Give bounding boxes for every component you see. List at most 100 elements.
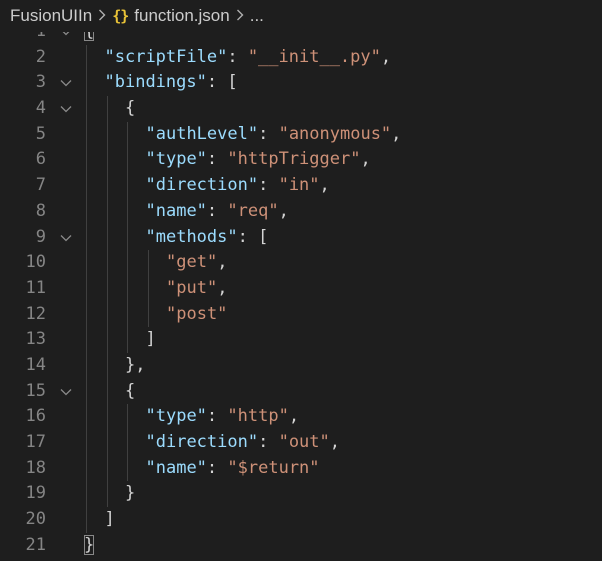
json-key: "name" — [145, 457, 207, 478]
json-punctuation: : — [227, 46, 248, 67]
indent-guide — [86, 121, 87, 148]
indent-guide — [106, 275, 108, 302]
code-line[interactable]: 12 "post" — [0, 301, 602, 328]
json-punctuation: : — [206, 457, 228, 478]
chevron-down-icon[interactable] — [59, 70, 73, 96]
indent-guide — [106, 352, 108, 379]
json-punctuation: , — [380, 46, 392, 67]
json-string: "put" — [166, 277, 218, 298]
indent-guide — [127, 173, 128, 199]
line-number: 10 — [25, 252, 46, 273]
indent-guide — [106, 455, 108, 482]
indent-guide — [127, 275, 128, 302]
line-number: 16 — [25, 406, 46, 427]
indent-guide — [127, 430, 128, 456]
json-punctuation: : — [258, 175, 279, 196]
line-number: 4 — [35, 98, 46, 119]
line-content: } — [84, 533, 95, 559]
indent-guide — [86, 44, 87, 71]
indent-guide — [86, 352, 87, 379]
code-line[interactable]: 10 "get", — [0, 250, 602, 276]
breadcrumb-folder[interactable]: FusionUIIn — [10, 6, 92, 26]
line-number: 6 — [35, 149, 46, 170]
code-area[interactable]: 1{2"scriptFile": "__init__.py",3"binding… — [0, 19, 602, 558]
code-line[interactable]: 3 "bindings": [ — [0, 70, 602, 97]
code-line[interactable]: 17 "direction": "out", — [0, 430, 602, 456]
indent-guide — [127, 198, 128, 225]
code-line[interactable]: 13] — [0, 327, 602, 353]
line-content: "bindings": [ — [105, 70, 238, 96]
indent-guide — [106, 327, 108, 353]
line-number: 19 — [25, 483, 46, 504]
json-string: "httpTrigger" — [227, 149, 361, 170]
breadcrumb-file[interactable]: function.json — [134, 6, 229, 26]
indent-guide — [86, 481, 87, 508]
code-line[interactable]: 2 "scriptFile": "__init__.py", — [0, 44, 602, 71]
line-number: 7 — [35, 175, 46, 196]
code-line[interactable]: 14}, — [0, 352, 602, 379]
line-content: "authLevel": "anonymous", — [146, 122, 402, 148]
json-string: "in" — [278, 175, 320, 196]
line-number: 2 — [35, 46, 46, 67]
line-number: 12 — [25, 303, 46, 324]
code-line[interactable]: 19} — [0, 481, 602, 508]
chevron-down-icon[interactable] — [59, 96, 73, 122]
json-key: "name" — [145, 200, 207, 221]
code-line[interactable]: 5 "authLevel": "anonymous", — [0, 121, 602, 148]
line-content: "name": "$return" — [146, 456, 320, 482]
json-punctuation: : — [206, 406, 228, 427]
chevron-down-icon[interactable] — [59, 225, 73, 251]
json-key: "authLevel" — [145, 123, 259, 144]
line-content: "name": "req", — [146, 199, 289, 225]
line-number: 13 — [25, 329, 46, 350]
json-key: "type" — [145, 406, 207, 427]
indent-guide — [106, 378, 108, 405]
line-content: "methods": [ — [146, 225, 269, 251]
json-punctuation: : — [206, 200, 228, 221]
line-content: "direction": "out", — [146, 430, 341, 456]
json-key: "methods" — [145, 226, 238, 247]
indent-guide — [86, 378, 87, 405]
chevron-right-icon — [94, 8, 110, 25]
breadcrumb-more[interactable]: ... — [250, 6, 264, 26]
line-content: "type": "http", — [146, 404, 300, 430]
line-number: 8 — [35, 200, 46, 221]
code-line[interactable]: 18 "name": "$return" — [0, 455, 602, 482]
json-punctuation: , — [278, 200, 289, 221]
code-line[interactable]: 7 "direction": "in", — [0, 173, 602, 199]
json-key: "scriptFile" — [104, 46, 228, 67]
indent-guide — [106, 301, 108, 328]
code-line[interactable]: 15 { — [0, 378, 602, 405]
json-key: "direction" — [145, 432, 259, 452]
code-line[interactable]: 20] — [0, 507, 602, 533]
line-number: 15 — [25, 380, 46, 401]
chevron-down-icon[interactable] — [59, 379, 73, 405]
json-punctuation: , — [329, 432, 341, 452]
indent-guide — [106, 430, 108, 456]
code-line[interactable]: 8 "name": "req", — [0, 198, 602, 225]
json-string: "$return" — [227, 457, 320, 478]
indent-guide — [106, 121, 108, 148]
code-line[interactable]: 9 "methods": [ — [0, 224, 602, 251]
json-string: "get" — [166, 252, 218, 273]
code-line[interactable]: 21} — [0, 533, 602, 559]
json-punctuation: , — [391, 123, 402, 144]
indent-guide — [127, 455, 128, 482]
code-line[interactable]: 11 "put", — [0, 275, 602, 302]
breadcrumb: FusionUIIn {} function.json ... — [0, 0, 602, 32]
line-number: 5 — [35, 123, 46, 144]
line-number: 20 — [25, 509, 46, 530]
line-number: 14 — [25, 354, 46, 375]
code-line[interactable]: 6 "type": "httpTrigger", — [0, 147, 602, 174]
json-punctuation: , — [319, 175, 330, 196]
code-line[interactable]: 4{ — [0, 96, 602, 122]
indent-guide — [127, 404, 128, 430]
indent-guide — [127, 327, 128, 353]
json-punctuation: } — [84, 534, 95, 555]
indent-guide — [86, 455, 87, 482]
chevron-right-icon — [232, 8, 248, 25]
code-editor[interactable]: FusionUIIn {} function.json ... 1{2"scri… — [0, 0, 602, 561]
code-line[interactable]: 16 "type": "http", — [0, 404, 602, 430]
json-punctuation: , — [217, 252, 228, 273]
json-punctuation: : — [258, 432, 279, 452]
